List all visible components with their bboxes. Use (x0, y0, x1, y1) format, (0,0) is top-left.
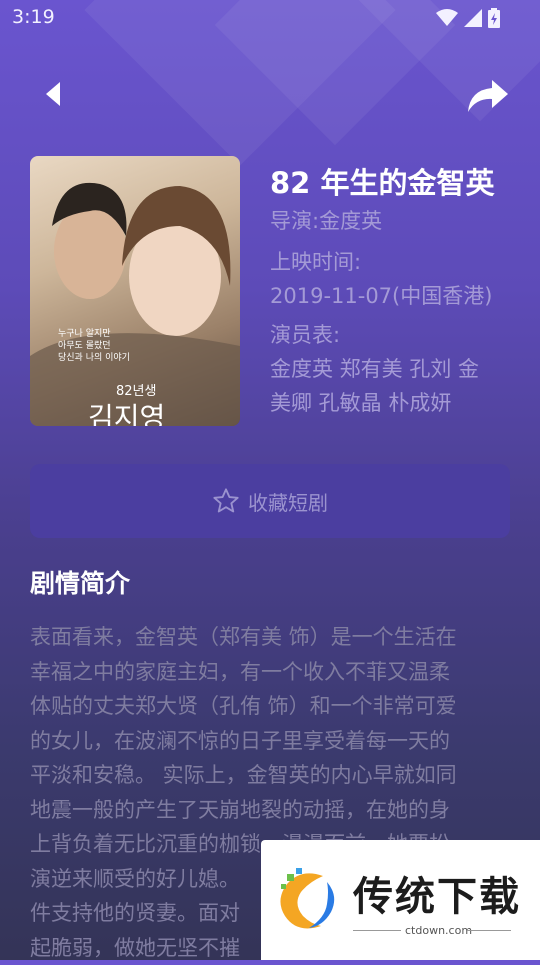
wifi-icon (436, 9, 458, 27)
synopsis-line: 平淡和安稳。 实际上，金智英的内心早就如同 (30, 758, 510, 793)
synopsis-line: 地震一般的产生了天崩地裂的动摇，在她的身 (30, 793, 510, 828)
poster-tagline-line: 누구나 알지만 (58, 328, 130, 340)
signal-icon (464, 9, 482, 27)
favorite-label: 收藏短剧 (248, 487, 328, 516)
release-label: 上映时间: (270, 245, 361, 279)
synopsis-line: 的女儿，在波澜不惊的日子里享受着每一天的 (30, 724, 510, 759)
watermark-brand: 传统下载 (353, 864, 521, 922)
cast-label: 演员表: (270, 318, 340, 352)
movie-poster[interactable]: 누구나 알지만 아무도 몰랐던 당신과 나의 이야기 82년생 김지영 (30, 156, 240, 426)
poster-tagline-line: 아무도 몰랐던 (58, 340, 130, 352)
star-icon (212, 487, 240, 515)
synopsis-line: 表面看来，金智英（郑有美 饰）是一个生活在 (30, 620, 510, 655)
cast-line: 金度英 郑有美 孔刘 金 (270, 352, 479, 386)
watermark-overlay: 传统下载 ctdown.com (261, 840, 540, 960)
back-arrow-icon[interactable] (36, 74, 76, 114)
watermark-url: ctdown.com (405, 924, 472, 937)
synopsis-title: 剧情简介 (30, 564, 130, 600)
movie-title: 82 年生的金智英 (270, 160, 494, 202)
director: 导演:金度英 (270, 204, 382, 238)
favorite-button[interactable]: 收藏短剧 (30, 464, 510, 538)
poster-tagline: 누구나 알지만 아무도 몰랐던 당신과 나의 이야기 (58, 328, 130, 364)
watermark-divider (353, 930, 401, 931)
share-icon[interactable] (466, 76, 510, 116)
watermark-logo-icon (271, 862, 347, 938)
poster-tagline-line: 당신과 나의 이야기 (58, 352, 130, 364)
poster-name: 김지영 (88, 396, 165, 426)
synopsis-line: 体贴的丈夫郑大贤（孔侑 饰）和一个非常可爱 (30, 689, 510, 724)
release-date: 2019-11-07(中国香港) (270, 279, 492, 313)
cast-line: 美卿 孔敏晶 朴成妍 (270, 386, 451, 420)
watermark-divider (467, 930, 511, 931)
system-icons (436, 8, 500, 28)
battery-icon (488, 8, 500, 28)
synopsis-line: 幸福之中的家庭主妇，有一个收入不菲又温柔 (30, 655, 510, 690)
status-time: 3:19 (12, 6, 55, 28)
status-bar: 3:19 (0, 0, 540, 36)
